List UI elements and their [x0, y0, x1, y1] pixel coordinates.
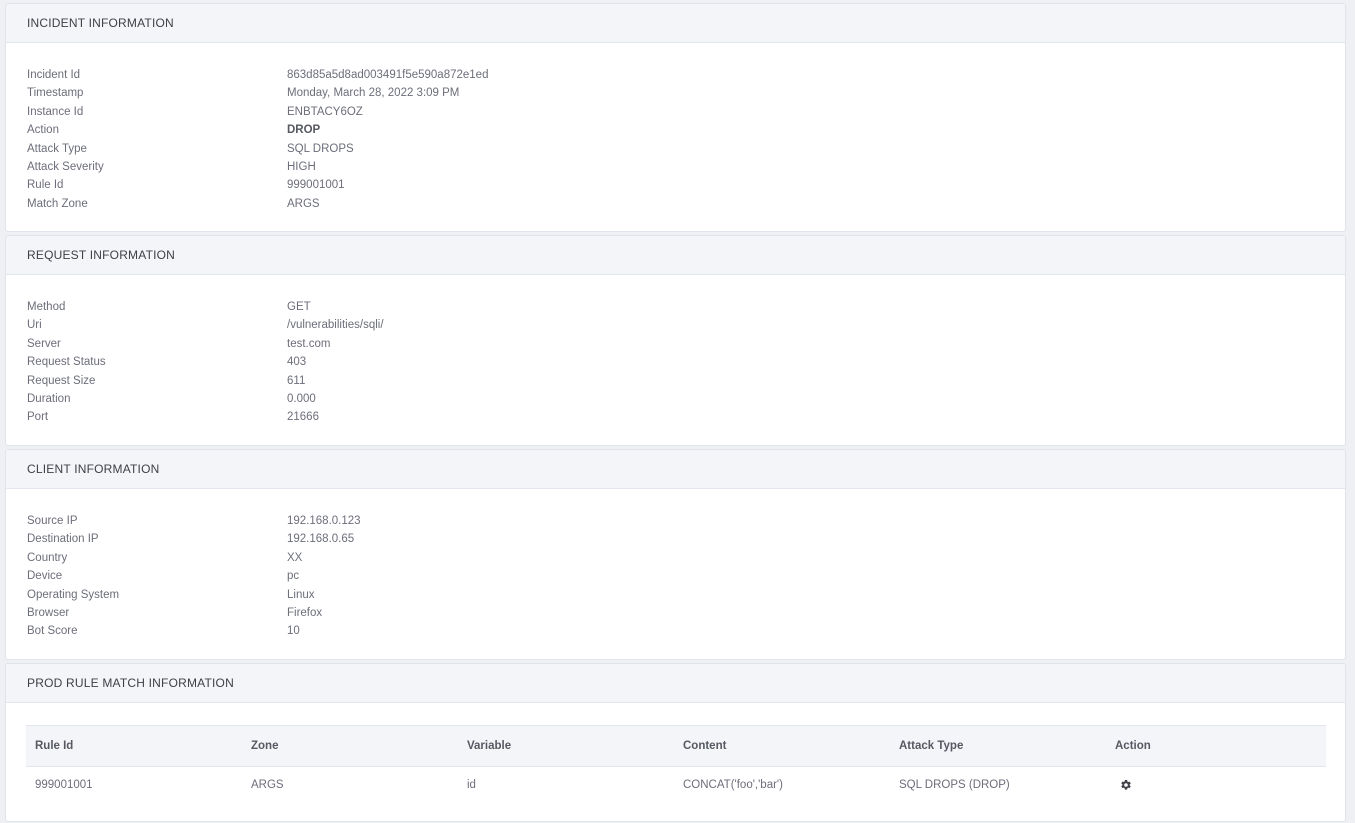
- request-status-value: 403: [287, 356, 307, 369]
- request-information-card: REQUEST INFORMATION Method GET Uri /vuln…: [5, 235, 1346, 446]
- table-row: 999001001 ARGS id CONCAT('foo','bar') SQ…: [26, 767, 1326, 804]
- source-ip-value: 192.168.0.123: [287, 515, 361, 527]
- client-info-list: Source IP 192.168.0.123 Destination IP 1…: [6, 489, 1345, 641]
- card-title: PROD RULE MATCH INFORMATION: [27, 676, 234, 690]
- info-row-match-zone: Match Zone ARGS: [27, 195, 1345, 213]
- rule-id-value: 999001001: [287, 179, 345, 192]
- info-label: Uri: [27, 319, 42, 332]
- cell-zone: ARGS: [251, 779, 284, 791]
- info-row-method: Method GET: [27, 298, 1345, 316]
- card-title: CLIENT INFORMATION: [27, 462, 160, 476]
- column-header-zone: Zone: [242, 725, 458, 767]
- cell-variable: id: [467, 779, 476, 791]
- info-row-bot-score: Bot Score 10: [27, 622, 1345, 640]
- incident-information-card: INCIDENT INFORMATION Incident Id 863d85a…: [5, 3, 1346, 232]
- rule-match-information-header: PROD RULE MATCH INFORMATION: [6, 664, 1345, 703]
- info-label: Attack Severity: [27, 160, 104, 173]
- request-information-header: REQUEST INFORMATION: [6, 236, 1345, 275]
- info-label: Destination IP: [27, 533, 99, 546]
- operating-system-value: Linux: [287, 588, 315, 601]
- cell-action: [1106, 767, 1326, 804]
- info-row-server: Server test.com: [27, 335, 1345, 353]
- country-value: XX: [287, 551, 303, 564]
- info-row-attack-type: Attack Type SQL DROPS: [27, 140, 1345, 158]
- method-value: GET: [287, 301, 311, 313]
- info-label: Instance Id: [27, 105, 84, 118]
- info-row-instance-id: Instance Id ENBTACY6OZ: [27, 103, 1345, 121]
- info-label: Attack Type: [27, 142, 87, 155]
- cell-attack-type: SQL DROPS (DROP): [899, 779, 1010, 791]
- column-header-content: Content: [674, 725, 890, 767]
- info-label: Server: [27, 337, 61, 350]
- info-row-uri: Uri /vulnerabilities/sqli/: [27, 316, 1345, 334]
- request-info-list: Method GET Uri /vulnerabilities/sqli/ Se…: [6, 275, 1345, 427]
- duration-value: 0.000: [287, 392, 316, 405]
- bot-score-value: 10: [287, 625, 300, 638]
- uri-value: /vulnerabilities/sqli/: [287, 319, 384, 332]
- timestamp-value: Monday, March 28, 2022 3:09 PM: [287, 87, 460, 100]
- info-row-port: Port 21666: [27, 408, 1345, 426]
- info-label: Port: [27, 411, 49, 424]
- table-header-row: Rule Id Zone Variable Content Attack Typ…: [26, 725, 1326, 767]
- info-row-incident-id: Incident Id 863d85a5d8ad003491f5e590a872…: [27, 66, 1345, 84]
- incident-id-value: 863d85a5d8ad003491f5e590a872e1ed: [287, 69, 489, 81]
- info-label: Device: [27, 570, 63, 583]
- info-row-operating-system: Operating System Linux: [27, 586, 1345, 604]
- rule-match-information-card: PROD RULE MATCH INFORMATION Rule Id Zone…: [5, 663, 1346, 822]
- client-information-card: CLIENT INFORMATION Source IP 192.168.0.1…: [5, 449, 1346, 660]
- info-label: Timestamp: [27, 87, 84, 100]
- info-row-request-size: Request Size 611: [27, 372, 1345, 390]
- attack-severity-value: HIGH: [287, 160, 316, 173]
- column-header-variable: Variable: [458, 725, 674, 767]
- column-header-rule-id: Rule Id: [26, 725, 242, 767]
- info-row-attack-severity: Attack Severity HIGH: [27, 158, 1345, 176]
- info-row-rule-id: Rule Id 999001001: [27, 176, 1345, 194]
- client-information-header: CLIENT INFORMATION: [6, 450, 1345, 489]
- info-label: Browser: [27, 606, 70, 619]
- incident-info-list: Incident Id 863d85a5d8ad003491f5e590a872…: [6, 43, 1345, 213]
- server-value: test.com: [287, 337, 331, 350]
- request-size-value: 611: [287, 374, 306, 387]
- info-label: Request Size: [27, 374, 96, 387]
- info-label: Incident Id: [27, 69, 81, 81]
- info-label: Country: [27, 551, 68, 564]
- gear-icon[interactable]: [1115, 779, 1317, 791]
- match-zone-value: ARGS: [287, 197, 320, 210]
- incident-detail-page: INCIDENT INFORMATION Incident Id 863d85a…: [0, 0, 1355, 823]
- info-label: Source IP: [27, 515, 78, 527]
- info-row-request-status: Request Status 403: [27, 353, 1345, 371]
- cell-rule-id: 999001001: [35, 779, 93, 791]
- column-header-action: Action: [1106, 725, 1326, 767]
- info-label: Match Zone: [27, 197, 88, 210]
- attack-type-value: SQL DROPS: [287, 142, 354, 155]
- info-row-timestamp: Timestamp Monday, March 28, 2022 3:09 PM: [27, 84, 1345, 102]
- info-row-destination-ip: Destination IP 192.168.0.65: [27, 530, 1345, 548]
- action-value: DROP: [287, 124, 321, 137]
- info-label: Method: [27, 301, 66, 313]
- info-label: Duration: [27, 392, 71, 405]
- card-title: INCIDENT INFORMATION: [27, 16, 174, 30]
- incident-information-header: INCIDENT INFORMATION: [6, 4, 1345, 43]
- info-label: Bot Score: [27, 625, 78, 638]
- info-row-device: Device pc: [27, 567, 1345, 585]
- info-row-action: Action DROP: [27, 121, 1345, 139]
- info-row-source-ip: Source IP 192.168.0.123: [27, 512, 1345, 530]
- info-row-browser: Browser Firefox: [27, 604, 1345, 622]
- device-value: pc: [287, 570, 300, 583]
- info-label: Action: [27, 124, 59, 137]
- card-title: REQUEST INFORMATION: [27, 248, 176, 262]
- info-label: Operating System: [27, 588, 120, 601]
- info-label: Rule Id: [27, 179, 64, 192]
- info-label: Request Status: [27, 356, 106, 369]
- info-row-duration: Duration 0.000: [27, 390, 1345, 408]
- destination-ip-value: 192.168.0.65: [287, 533, 355, 546]
- column-header-attack-type: Attack Type: [890, 725, 1106, 767]
- port-value: 21666: [287, 411, 319, 424]
- cell-content: CONCAT('foo','bar'): [683, 779, 783, 791]
- info-row-country: Country XX: [27, 549, 1345, 567]
- browser-value: Firefox: [287, 606, 323, 619]
- instance-id-value: ENBTACY6OZ: [287, 105, 363, 118]
- rule-match-table: Rule Id Zone Variable Content Attack Typ…: [26, 725, 1326, 803]
